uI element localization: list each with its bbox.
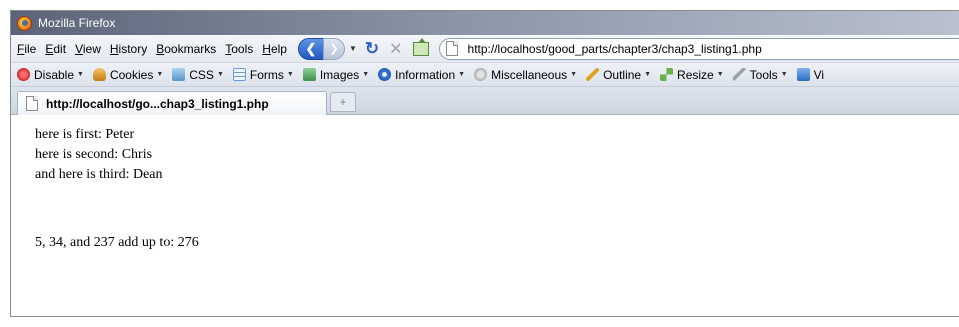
resize-icon: [660, 68, 674, 81]
devbar-information[interactable]: Information ▼: [378, 68, 465, 82]
devbar-tools-label: Tools: [749, 67, 778, 82]
firefox-logo-icon: [17, 15, 32, 31]
back-arrow-icon[interactable]: ❮: [297, 37, 324, 60]
devbar-images[interactable]: Images ▼: [302, 67, 370, 82]
menu-edit[interactable]: Edit: [45, 42, 66, 56]
devbar-resize-label: Resize: [677, 67, 714, 82]
devbar-miscellaneous[interactable]: Miscellaneous ▼: [474, 68, 577, 82]
web-developer-toolbar: Disable ▼ Cookies ▼ CSS ▼ Forms ▼ Images ▼ In…: [11, 63, 959, 87]
tab-active[interactable]: http://localhost/go...chap3_listing1.php: [17, 91, 327, 115]
devbar-outline-label: Outline: [603, 67, 642, 82]
view-source-icon: [796, 68, 810, 81]
images-icon: [302, 68, 316, 81]
output-line-first: here is first: Peter: [35, 127, 135, 142]
navigation-buttons: ❮ ❯ ▼ ↻ ✕: [297, 37, 439, 60]
dropdown-arrow-icon: ▼: [362, 71, 370, 78]
cookies-icon: [92, 68, 106, 81]
dropdown-arrow-icon: ▼: [780, 71, 788, 78]
output-line-second: here is second: Chris: [35, 147, 153, 162]
menu-tools[interactable]: Tools: [225, 42, 253, 56]
dropdown-arrow-icon: ▼: [156, 71, 164, 78]
output-line-sum: 5, 34, and 237 add up to: 276: [35, 235, 199, 250]
history-dropdown-icon[interactable]: ▼: [349, 44, 357, 53]
dropdown-arrow-icon: ▼: [77, 71, 84, 78]
url-text[interactable]: http://localhost/good_parts/chapter3/cha…: [468, 42, 762, 56]
menu-history[interactable]: History: [110, 42, 147, 56]
devbar-view-source-label: Vi: [813, 67, 825, 82]
devbar-tools[interactable]: Tools ▼: [732, 67, 788, 82]
devbar-resize[interactable]: Resize ▼: [660, 68, 724, 82]
css-icon: [172, 68, 186, 81]
new-tab-button[interactable]: +: [330, 92, 356, 112]
devbar-view-source[interactable]: Vi: [796, 67, 825, 82]
devbar-information-label: Information: [395, 67, 456, 82]
devbar-forms-label: Forms: [249, 67, 284, 82]
dropdown-arrow-icon: ▼: [286, 71, 294, 78]
page-icon: [445, 41, 458, 56]
devbar-disable-label: Disable: [34, 67, 75, 82]
page-content: here is first: Peter here is second: Chr…: [11, 115, 959, 253]
dropdown-arrow-icon: ▼: [716, 71, 724, 78]
disable-icon: [17, 68, 30, 81]
home-icon[interactable]: [412, 37, 429, 56]
tab-strip: http://localhost/go...chap3_listing1.php…: [11, 87, 959, 115]
dropdown-arrow-icon: ▼: [458, 71, 466, 78]
outline-icon: [586, 68, 600, 81]
menu-bookmarks[interactable]: Bookmarks: [156, 42, 216, 56]
devbar-cookies-label: Cookies: [109, 67, 154, 82]
forward-arrow-icon[interactable]: ❯: [322, 37, 345, 60]
page-icon: [26, 96, 38, 111]
url-bar[interactable]: http://localhost/good_parts/chapter3/cha…: [438, 37, 959, 60]
reload-icon[interactable]: ↻: [365, 39, 379, 59]
output-line-third: and here is third: Dean: [35, 167, 163, 182]
menu-file[interactable]: File: [17, 42, 36, 56]
tools-icon: [732, 68, 746, 81]
devbar-outline[interactable]: Outline ▼: [586, 68, 651, 82]
dropdown-arrow-icon: ▼: [570, 71, 578, 78]
menu-bar: File Edit View History Bookmarks Tools H…: [11, 35, 959, 63]
devbar-css[interactable]: CSS ▼: [172, 68, 224, 82]
tab-label: http://localhost/go...chap3_listing1.php: [46, 96, 269, 111]
plus-icon: +: [339, 95, 347, 109]
devbar-images-label: Images: [319, 67, 360, 82]
window-title: Mozilla Firefox: [38, 16, 116, 30]
miscellaneous-icon: [474, 68, 488, 81]
browser-window: Mozilla Firefox File Edit View History B…: [10, 10, 959, 317]
line-break-spacer: [35, 185, 959, 233]
information-icon: [378, 68, 392, 81]
dropdown-arrow-icon: ▼: [644, 71, 652, 78]
devbar-forms[interactable]: Forms ▼: [232, 67, 294, 82]
dropdown-arrow-icon: ▼: [216, 71, 224, 78]
stop-icon[interactable]: ✕: [389, 39, 402, 59]
menu-help[interactable]: Help: [262, 42, 287, 56]
devbar-cookies[interactable]: Cookies ▼: [92, 67, 164, 82]
title-bar: Mozilla Firefox: [11, 11, 959, 35]
devbar-miscellaneous-label: Miscellaneous: [491, 67, 568, 82]
devbar-css-label: CSS: [189, 67, 214, 82]
forms-icon: [232, 68, 246, 81]
devbar-disable[interactable]: Disable ▼: [17, 68, 84, 82]
menu-view[interactable]: View: [75, 42, 101, 56]
